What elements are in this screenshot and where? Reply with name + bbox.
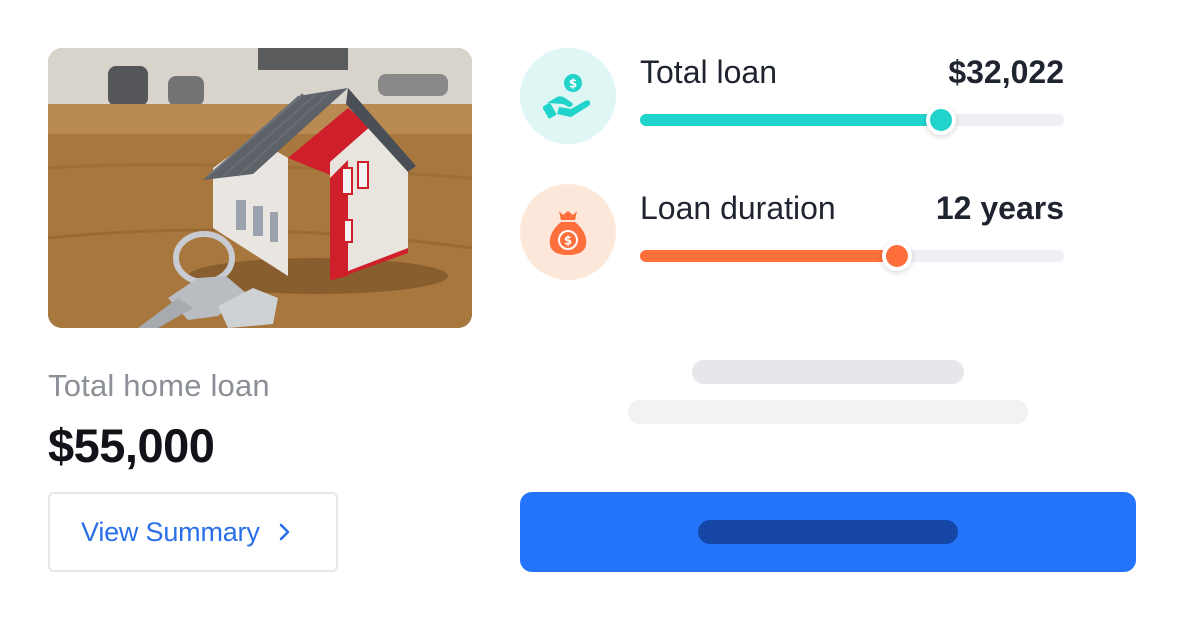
house-illustration <box>48 48 472 328</box>
loan-duration-value: 12 years <box>935 190 1064 226</box>
loan-duration-slider-fill <box>640 250 897 262</box>
hand-coin-icon-circle: $ <box>520 48 616 144</box>
total-loan-label: Total loan <box>640 54 777 90</box>
money-bag-icon-circle: $ <box>520 184 616 280</box>
hand-coin-icon: $ <box>543 74 591 119</box>
chevron-right-icon <box>279 523 289 541</box>
button-label-placeholder <box>698 520 958 544</box>
view-summary-button[interactable]: View Summary <box>48 492 338 572</box>
total-loan-value: $32,022 <box>948 54 1064 90</box>
loan-duration-slider[interactable] <box>640 241 1064 271</box>
total-home-loan-amount: $55,000 <box>48 419 215 472</box>
loan-duration-label: Loan duration <box>640 190 836 226</box>
loan-duration-slider-thumb[interactable] <box>881 241 912 271</box>
primary-action-button[interactable] <box>520 492 1136 572</box>
total-loan-slider-fill <box>640 114 942 126</box>
view-summary-label: View Summary <box>81 516 260 547</box>
svg-text:$: $ <box>569 77 577 91</box>
money-bag-icon: $ <box>549 211 587 255</box>
total-home-loan-label: Total home loan <box>48 368 270 403</box>
house-keys-photo <box>48 48 472 328</box>
total-loan-slider-thumb[interactable] <box>926 105 957 135</box>
text-placeholder-line <box>628 400 1028 424</box>
text-placeholder-line <box>692 360 964 384</box>
total-loan-slider[interactable] <box>640 105 1064 135</box>
svg-text:$: $ <box>564 234 572 248</box>
